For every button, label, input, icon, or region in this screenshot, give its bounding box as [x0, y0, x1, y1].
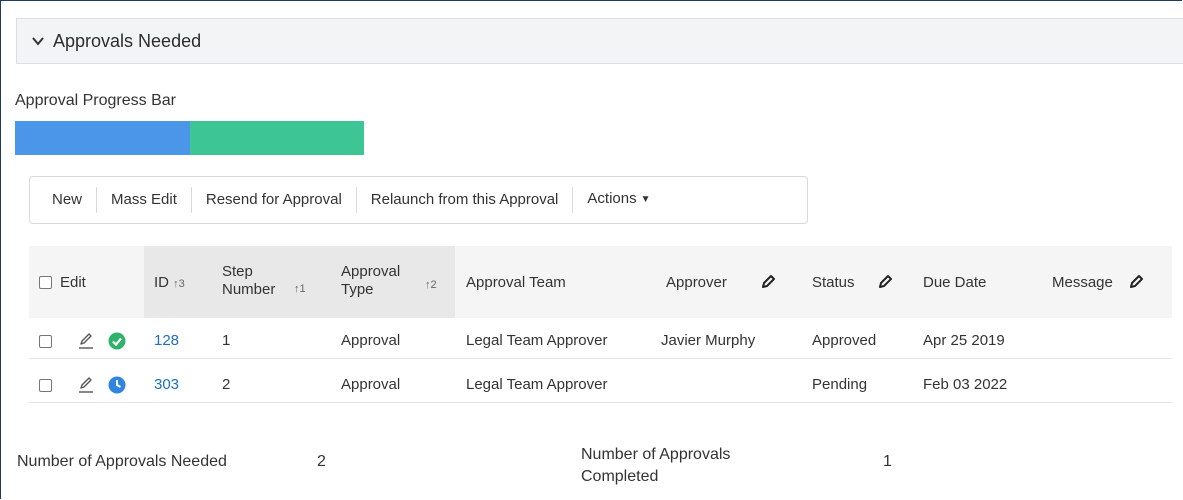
sort-ascending-icon: ↑3 — [173, 278, 185, 290]
header-status[interactable]: Status — [812, 274, 855, 292]
header-type-line2: Type — [341, 281, 374, 298]
header-approver[interactable]: Approver — [666, 274, 727, 292]
approvals-completed-value: 1 — [883, 453, 892, 470]
table-row[interactable]: 303 2 Approval Legal Team Approver Pendi… — [29, 368, 1172, 403]
progress-segment-approved — [15, 121, 190, 155]
header-due-date[interactable]: Due Date — [923, 274, 986, 292]
chevron-down-icon[interactable] — [31, 34, 45, 48]
approvals-completed-label-line2: Completed — [581, 468, 659, 485]
header-message[interactable]: Message — [1052, 274, 1113, 292]
resend-for-approval-button[interactable]: Resend for Approval — [192, 187, 356, 213]
approvals-section-header[interactable]: Approvals Needed — [16, 18, 1183, 64]
status-cell[interactable]: Pending — [812, 376, 867, 393]
pencil-icon[interactable] — [877, 274, 893, 290]
due-date-cell: Feb 03 2022 — [923, 376, 1008, 393]
caret-down-icon: ▼ — [640, 194, 651, 205]
sort-ascending-icon[interactable]: ↑2 — [425, 276, 437, 294]
approval-type-cell: Approval — [341, 376, 401, 393]
approval-team-cell: Legal Team Approver — [466, 332, 608, 349]
approval-type-cell: Approval — [341, 332, 401, 349]
grid-header: Edit ID ↑3 Step Number ↑1 Approval Type ↑2… — [29, 246, 1172, 318]
header-status-label: Status — [812, 274, 855, 291]
edit-pencil-icon[interactable] — [77, 332, 95, 350]
header-message-label: Message — [1052, 274, 1113, 291]
header-step-line2: Number — [222, 281, 276, 298]
approval-team-cell: Legal Team Approver — [466, 376, 608, 393]
header-approval-type[interactable]: Approval Type — [341, 263, 400, 299]
actions-dropdown[interactable]: Actions ▼ — [573, 186, 664, 214]
header-step-number[interactable]: Step Number — [222, 263, 275, 299]
actions-label: Actions — [587, 190, 637, 207]
relaunch-from-approval-button[interactable]: Relaunch from this Approval — [357, 187, 573, 213]
approver-cell[interactable]: Javier Murphy — [661, 332, 755, 349]
row-checkbox[interactable] — [39, 335, 52, 348]
section-title: Approvals Needed — [53, 30, 202, 51]
edit-pencil-icon[interactable] — [77, 376, 95, 394]
step-number-cell: 2 — [222, 376, 231, 393]
status-cell[interactable]: Approved — [812, 332, 876, 349]
approval-progress-bar — [15, 121, 364, 155]
header-type-line1: Approval — [341, 263, 401, 280]
approvals-toolbar: New Mass Edit Resend for Approval Relaun… — [29, 176, 808, 224]
approval-id-link[interactable]: 303 — [154, 376, 179, 393]
new-button[interactable]: New — [38, 187, 96, 213]
progress-segment-pending — [189, 121, 364, 155]
header-approval-team[interactable]: Approval Team — [466, 274, 566, 292]
row-checkbox[interactable] — [39, 379, 52, 392]
approvals-completed-label-line1: Number of Approvals — [581, 446, 731, 463]
pencil-icon[interactable] — [760, 274, 776, 290]
header-step-line1: Step — [222, 263, 253, 280]
table-row[interactable]: 128 1 Approval Legal Team Approver Javie… — [29, 324, 1172, 359]
header-id[interactable]: ID ↑3 — [154, 274, 185, 293]
approvals-completed-label: Number of Approvals Completed — [581, 444, 730, 488]
approvals-needed-label: Number of Approvals Needed — [17, 453, 227, 470]
approvals-needed-value: 2 — [317, 453, 326, 470]
progress-bar-label: Approval Progress Bar — [15, 92, 176, 109]
header-id-label: ID — [154, 274, 169, 291]
header-edit[interactable]: Edit — [60, 274, 86, 292]
header-approver-label: Approver — [666, 274, 727, 291]
clock-icon — [108, 376, 126, 394]
due-date-cell: Apr 25 2019 — [923, 332, 1005, 349]
select-all-checkbox[interactable] — [39, 276, 52, 289]
check-circle-icon — [108, 332, 126, 350]
approval-id-link[interactable]: 128 — [154, 332, 179, 349]
step-number-cell: 1 — [222, 332, 231, 349]
mass-edit-button[interactable]: Mass Edit — [97, 187, 191, 213]
sort-ascending-icon[interactable]: ↑1 — [294, 280, 306, 298]
pencil-icon[interactable] — [1128, 274, 1144, 290]
